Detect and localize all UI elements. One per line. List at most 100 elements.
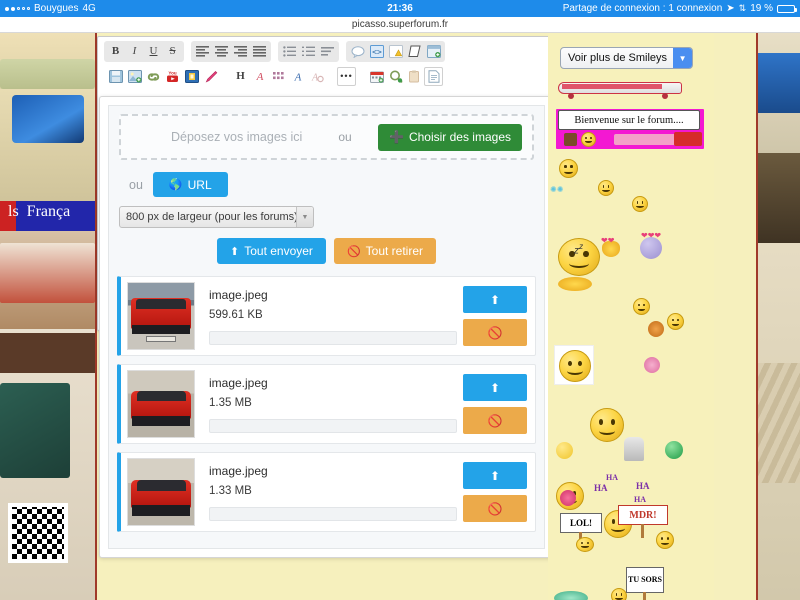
paste-icon[interactable] [405,67,424,86]
youtube-icon[interactable]: You [163,67,182,86]
image-add-icon[interactable] [125,67,144,86]
choose-images-label: Choisir des images [408,130,511,144]
insert-group: <> [346,41,445,62]
indent-icon[interactable] [318,42,337,61]
ellipsis-icon[interactable]: ••• [337,67,356,86]
document-icon[interactable] [424,67,443,86]
upload-file-button[interactable]: ⬆ [463,286,527,313]
signal-strength-icon [5,6,30,11]
smiley-sidebar: Voir plus de Smileys ▼ Bienvenue sur le … [548,33,714,600]
smiley-neutral[interactable] [598,180,614,196]
note-warning-icon[interactable] [386,42,405,61]
italic-button[interactable]: I [125,42,144,61]
sign-tusors[interactable]: TU SORS [626,567,664,600]
bullet-list-icon[interactable] [280,42,299,61]
chevron-down-icon[interactable]: ▼ [673,48,693,68]
dropzone[interactable]: Déposez vos images ici ou ➕ Choisir des … [119,114,534,160]
url-row: ou 🌎 URL [109,160,544,197]
strikethrough-button[interactable]: S [163,42,182,61]
choose-images-button[interactable]: ➕ Choisir des images [378,123,522,151]
send-all-button[interactable]: ⬆ Tout envoyer [217,238,326,264]
row-actions: ⬆ 🚫 [463,374,527,434]
smiley-rofl[interactable] [590,408,624,442]
bold-button[interactable]: B [106,42,125,61]
code-icon[interactable]: <> [367,42,386,61]
cancel-file-button[interactable]: 🚫 [463,319,527,346]
ha-text: HA [634,495,646,504]
calendar-icon[interactable] [367,67,386,86]
align-justify-icon[interactable] [250,42,269,61]
smiley-mummy[interactable] [624,437,644,461]
smiley-pink[interactable] [644,357,660,373]
file-name: image.jpeg [209,463,268,478]
alignment-group [191,41,271,62]
smiley-wink[interactable] [611,588,627,600]
smiley-bottom-green[interactable] [554,591,588,600]
smiley-purple-love[interactable] [640,237,662,259]
text-style-group: B I U S [104,41,184,62]
remove-all-button[interactable]: 🚫 Tout retirer [333,238,436,264]
cancel-file-button[interactable]: 🚫 [463,407,527,434]
table-row: image.jpeg 599.61 KB ⬆ 🚫 [117,276,536,356]
zzz-icon: zz [574,241,584,257]
smiley-laugh[interactable] [667,313,684,330]
cancel-file-button[interactable]: 🚫 [463,495,527,522]
smiley-content[interactable] [632,196,648,212]
smiley-icon [581,132,596,147]
align-right-icon[interactable] [231,42,250,61]
more-group: ••• [335,66,358,87]
font-size-icon[interactable] [269,67,288,86]
smiley-orange[interactable] [648,321,664,337]
extra-group [365,66,445,87]
url-button-label: URL [187,177,212,192]
file-info: image.jpeg 1.35 MB [209,376,463,433]
smiley-blank[interactable] [556,442,573,459]
row-actions: ⬆ 🚫 [463,462,527,522]
smiley-lol[interactable] [576,537,594,552]
align-left-icon[interactable] [193,42,212,61]
upload-file-button[interactable]: ⬆ [463,374,527,401]
browser-url-bar[interactable]: picasso.superforum.fr [0,17,800,33]
search-icon[interactable] [386,67,405,86]
font-color-icon[interactable]: A [250,67,269,86]
smiley-pink-hammer[interactable] [560,490,576,506]
floppy-icon[interactable] [106,67,125,86]
file-size: 1.35 MB [209,396,252,409]
table-row: image.jpeg 1.33 MB ⬆ 🚫 [117,452,536,532]
row-actions: ⬆ 🚫 [463,286,527,346]
status-right: Partage de connexion : 1 connexion ➤ ⇅ 1… [563,3,800,14]
welcome-banner[interactable]: Bienvenue sur le forum.... [556,109,704,149]
smiley-mdr[interactable] [656,531,674,549]
more-smileys-select[interactable]: Voir plus de Smileys ▼ [560,47,694,69]
speech-bubble-icon[interactable] [348,42,367,61]
table-add-icon[interactable] [424,42,443,61]
chevron-down-icon[interactable]: ▼ [296,207,313,227]
file-size: 1.33 MB [209,484,252,497]
sign-tusors-label: TU SORS [627,574,662,584]
wallpaper-tile [758,153,800,243]
location-arrow-icon: ➤ [726,3,735,14]
sign-lol[interactable]: LOL! [560,513,602,546]
numbered-list-icon[interactable] [299,42,318,61]
smiley-cool[interactable] [633,298,650,315]
upload-file-button[interactable]: ⬆ [463,462,527,489]
smiley-selected-box[interactable] [554,345,594,385]
train-banner[interactable] [558,79,690,101]
font-family-icon[interactable]: A [288,67,307,86]
sign-mdr[interactable]: MDR! [618,505,668,538]
smiley-sick[interactable] [665,441,683,459]
media-icon[interactable] [182,67,201,86]
heading-button[interactable]: H [231,67,250,86]
remove-format-icon[interactable]: A [307,67,326,86]
underline-button[interactable]: U [144,42,163,61]
marker-icon[interactable] [201,67,220,86]
file-name: image.jpeg [209,287,268,302]
align-center-icon[interactable] [212,42,231,61]
url-button[interactable]: 🌎 URL [152,172,228,197]
link-icon[interactable] [144,67,163,86]
wallpaper-label: ls França [8,203,71,220]
smiley-grin[interactable] [559,159,578,178]
remove-all-label: Tout retirer [365,244,423,258]
flag-icon[interactable] [405,42,424,61]
image-size-select[interactable]: 800 px de largeur (pour les forums) ▼ [119,206,314,228]
